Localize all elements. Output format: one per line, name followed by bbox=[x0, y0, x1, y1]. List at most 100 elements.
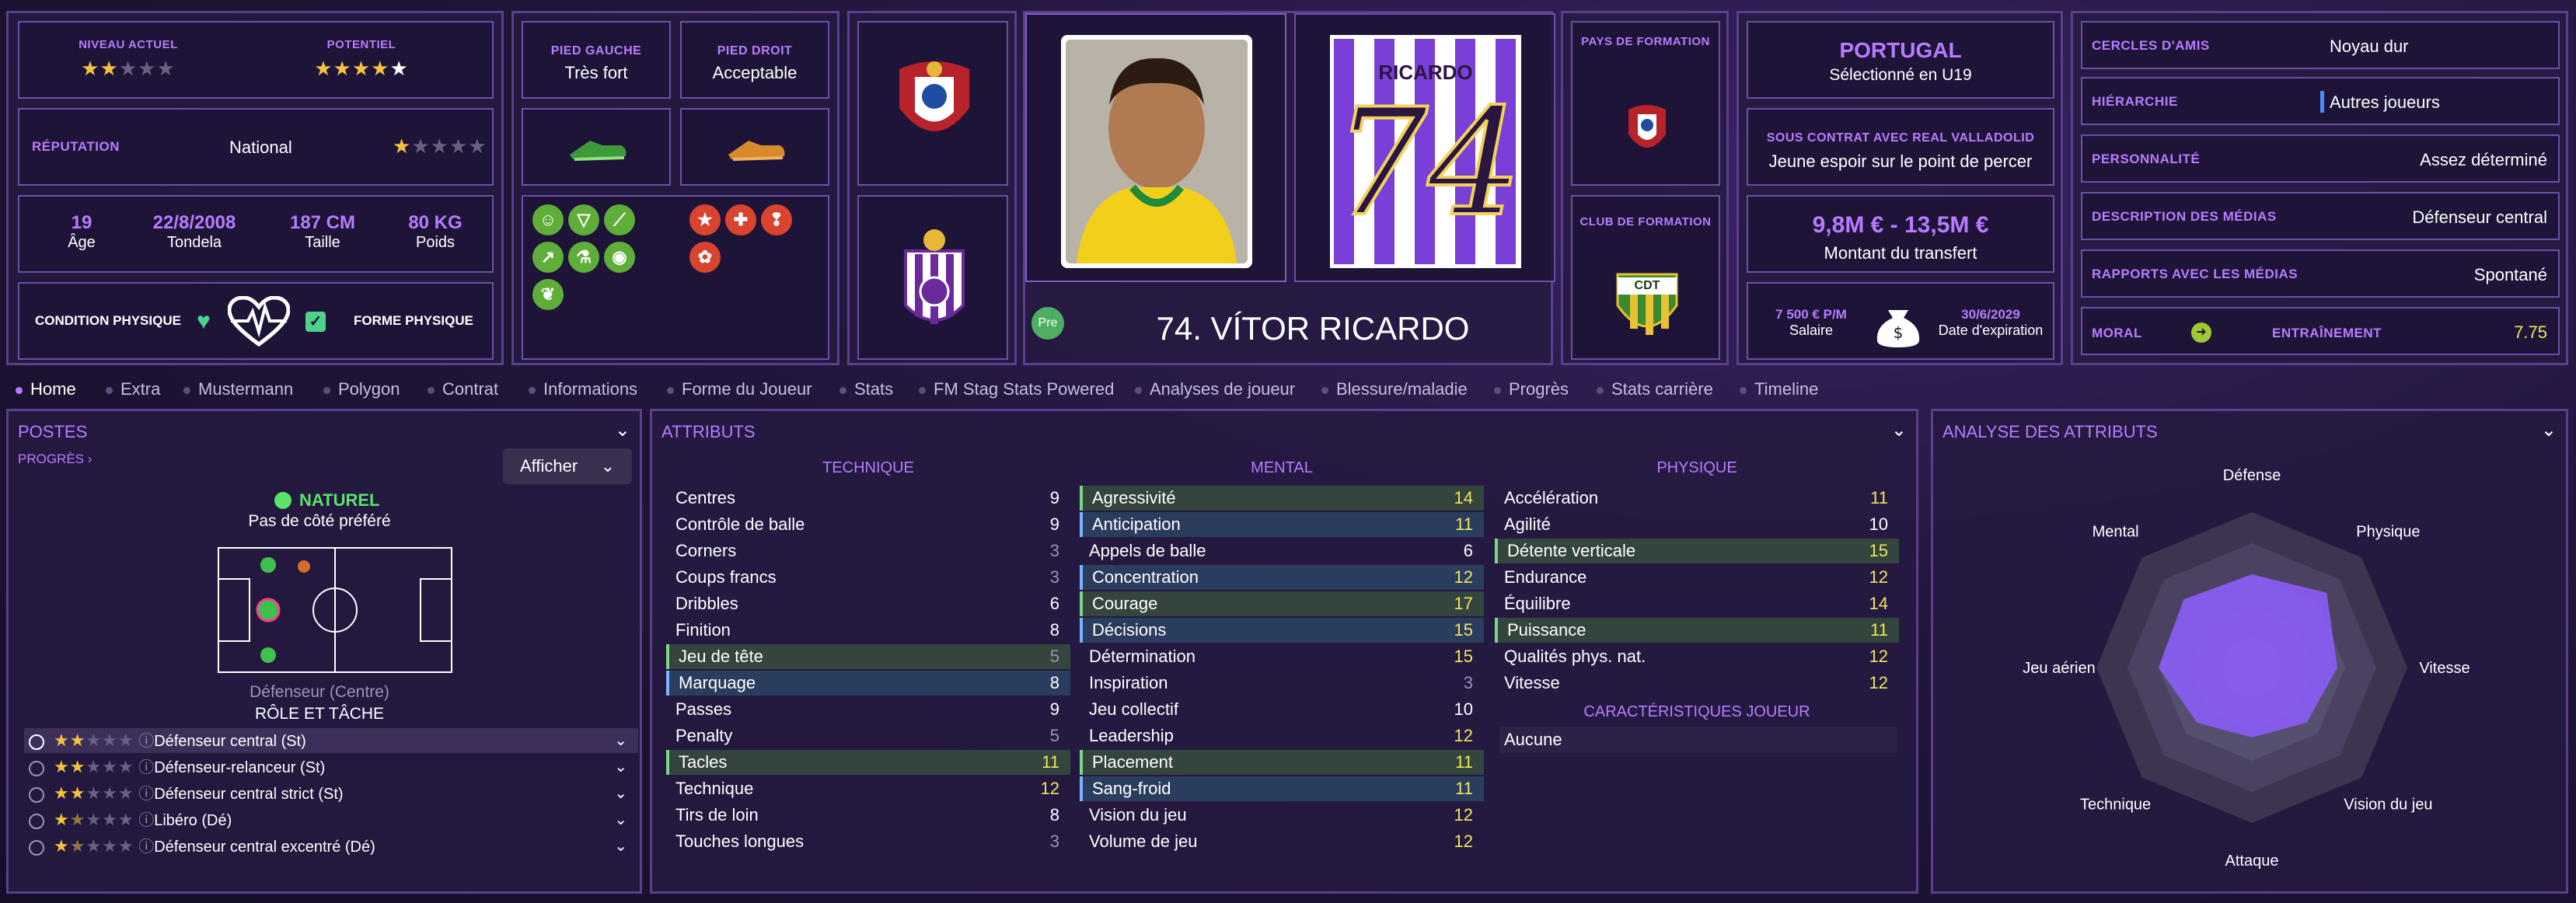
attribute-row[interactable]: Centres 9 bbox=[666, 486, 1070, 511]
attribute-row[interactable]: Anticipation 11 bbox=[1080, 512, 1484, 537]
attribute-row[interactable]: Sang-froid 11 bbox=[1080, 776, 1484, 801]
trait-icon-10[interactable]: ❢ bbox=[761, 204, 792, 235]
role-row[interactable]: ★★★★★ ⓘLibéro (Dé) ⌄ bbox=[24, 807, 638, 832]
attribute-row[interactable]: Coups francs 3 bbox=[666, 565, 1070, 590]
attribute-row[interactable]: Endurance 12 bbox=[1495, 565, 1899, 590]
attribute-row[interactable]: Accélération 11 bbox=[1495, 486, 1899, 511]
attribute-name: Coups francs bbox=[675, 567, 777, 587]
tab-fm-stag[interactable]: FM Stag Stats Powered bbox=[919, 379, 1114, 399]
attribute-row[interactable]: Puissance 11 bbox=[1495, 618, 1899, 643]
tab-dot-icon bbox=[919, 386, 926, 394]
attribute-row[interactable]: Technique 12 bbox=[666, 776, 1070, 801]
attribute-row[interactable]: Dribbles 6 bbox=[666, 591, 1070, 616]
info-row-media-description: DESCRIPTION DES MÉDIAS Défenseur central bbox=[2081, 192, 2560, 240]
show-dropdown[interactable]: Afficher ⌄ bbox=[503, 448, 632, 484]
tab-informations[interactable]: Informations bbox=[529, 379, 637, 399]
tab-mustermann[interactable]: Mustermann bbox=[183, 379, 293, 399]
morale-label: MORAL bbox=[2092, 326, 2142, 340]
role-row[interactable]: ★★★★★ ⓘDéfenseur-relanceur (St) ⌄ bbox=[24, 755, 638, 779]
trait-icon-8[interactable]: ★ bbox=[689, 204, 721, 235]
tab-stats[interactable]: Stats bbox=[839, 379, 893, 399]
tab-polygon[interactable]: Polygon bbox=[323, 379, 400, 399]
role-row[interactable]: ★★★★★ ⓘDéfenseur central strict (St) ⌄ bbox=[24, 781, 638, 806]
radio-icon[interactable] bbox=[29, 786, 44, 803]
tab-forme-joueur[interactable]: Forme du Joueur bbox=[667, 379, 812, 399]
info-value-media-description: Défenseur central bbox=[2412, 207, 2547, 227]
radio-icon[interactable] bbox=[29, 760, 44, 776]
attribute-row[interactable]: Inspiration 3 bbox=[1080, 671, 1484, 696]
attribute-row[interactable]: Marquage 8 bbox=[666, 671, 1070, 696]
trait-icon-6[interactable]: ◉ bbox=[604, 242, 635, 273]
attribute-value: 12 bbox=[1454, 832, 1473, 851]
attribute-row[interactable]: Tacles 11 bbox=[666, 750, 1070, 775]
attribute-row[interactable]: Courage 17 bbox=[1080, 591, 1484, 616]
attribute-row[interactable]: Leadership 12 bbox=[1080, 723, 1484, 748]
form-label: FORME PHYSIQUE bbox=[354, 313, 473, 328]
hierarchy-bar bbox=[2320, 91, 2324, 113]
attribute-row[interactable]: Corners 3 bbox=[666, 539, 1070, 563]
tab-home[interactable]: Home bbox=[16, 379, 76, 399]
attribute-name: Endurance bbox=[1504, 567, 1587, 587]
shirt-number: 74 bbox=[1334, 77, 1521, 249]
chevron-down-icon[interactable]: ⌄ bbox=[614, 834, 627, 859]
feet-panel: PIED GAUCHE Très fort PIED DROIT Accepta… bbox=[511, 11, 839, 365]
weight-label: Poids bbox=[415, 234, 456, 251]
attribute-row[interactable]: Vitesse 12 bbox=[1495, 671, 1899, 696]
attribute-row[interactable]: Agressivité 14 bbox=[1080, 486, 1484, 511]
attribute-name: Jeu collectif bbox=[1089, 699, 1178, 719]
attribute-row[interactable]: Touches longues 3 bbox=[666, 829, 1070, 854]
analysis-collapse-icon[interactable]: ⌄ bbox=[2541, 419, 2557, 441]
radio-icon[interactable] bbox=[29, 813, 44, 829]
trait-icon-4[interactable]: ↗ bbox=[532, 242, 564, 273]
role-row[interactable]: ★★★★★ ⓘDéfenseur central (St) ⌄ bbox=[24, 728, 638, 753]
tab-progres[interactable]: Progrès bbox=[1494, 379, 1569, 399]
tab-timeline[interactable]: Timeline bbox=[1740, 379, 1818, 399]
attribute-row[interactable]: Qualités phys. nat. 12 bbox=[1495, 644, 1899, 669]
tab-extra[interactable]: Extra bbox=[106, 379, 160, 399]
tab-analyses[interactable]: Analyses de joueur bbox=[1135, 379, 1295, 399]
role-row[interactable]: ★★★★★ ⓘDéfenseur central excentré (Dé) ⌄ bbox=[24, 834, 638, 859]
attribute-row[interactable]: Placement 11 bbox=[1080, 750, 1484, 775]
attribute-row[interactable]: Volume de jeu 12 bbox=[1080, 829, 1484, 854]
club-crest-card bbox=[857, 195, 1008, 360]
trait-icon-9[interactable]: ✚ bbox=[725, 204, 756, 235]
chevron-down-icon[interactable]: ⌄ bbox=[614, 807, 627, 832]
chevron-down-icon[interactable]: ⌄ bbox=[614, 728, 627, 753]
attribute-row[interactable]: Appels de balle 6 bbox=[1080, 539, 1484, 563]
attributes-collapse-icon[interactable]: ⌄ bbox=[1891, 419, 1907, 441]
radio-selected-icon[interactable] bbox=[29, 734, 44, 750]
info-value-personality: Assez déterminé bbox=[2420, 150, 2547, 169]
attribute-row[interactable]: Tirs de loin 8 bbox=[666, 803, 1070, 828]
positions-collapse-icon[interactable]: ⌄ bbox=[615, 419, 630, 441]
info-label-media-relations: RAPPORTS AVEC LES MÉDIAS bbox=[2092, 267, 2299, 281]
chevron-down-icon[interactable]: ⌄ bbox=[614, 781, 627, 806]
trait-icon-2[interactable]: ▽ bbox=[568, 204, 599, 235]
attribute-row[interactable]: Finition 8 bbox=[666, 618, 1070, 643]
trait-icon-11[interactable]: ✿ bbox=[689, 242, 721, 273]
chevron-down-icon[interactable]: ⌄ bbox=[614, 755, 627, 779]
tab-contrat[interactable]: Contrat bbox=[428, 379, 498, 399]
tab-dot-icon bbox=[106, 386, 113, 394]
attribute-row[interactable]: Jeu de tête 5 bbox=[666, 644, 1070, 669]
trait-icon-1[interactable]: ☺ bbox=[532, 204, 564, 235]
role-name: Défenseur central (St) bbox=[154, 733, 306, 750]
attribute-row[interactable]: Détente verticale 15 bbox=[1495, 539, 1899, 563]
attribute-row[interactable]: Détermination 15 bbox=[1080, 644, 1484, 669]
attribute-row[interactable]: Penalty 5 bbox=[666, 723, 1070, 748]
tab-stats-carriere[interactable]: Stats carrière bbox=[1597, 379, 1713, 399]
attribute-row[interactable]: Concentration 12 bbox=[1080, 565, 1484, 590]
attribute-row[interactable]: Décisions 15 bbox=[1080, 618, 1484, 643]
attribute-row[interactable]: Agilité 10 bbox=[1495, 512, 1899, 537]
attribute-row[interactable]: Passes 9 bbox=[666, 697, 1070, 722]
trait-icon-7[interactable]: ❦ bbox=[532, 279, 564, 310]
attribute-row[interactable]: Contrôle de balle 9 bbox=[666, 512, 1070, 537]
pre-badge[interactable]: Pre bbox=[1031, 307, 1064, 340]
attribute-row[interactable]: Équilibre 14 bbox=[1495, 591, 1899, 616]
attribute-row[interactable]: Jeu collectif 10 bbox=[1080, 697, 1484, 722]
trait-icon-5[interactable]: ⚗ bbox=[568, 242, 599, 273]
progress-link[interactable]: PROGRÈS › bbox=[18, 452, 92, 467]
trait-icon-3[interactable]: ⟋ bbox=[604, 204, 635, 235]
tab-blessure[interactable]: Blessure/maladie bbox=[1321, 379, 1468, 399]
radio-icon[interactable] bbox=[29, 839, 44, 856]
attribute-row[interactable]: Vision du jeu 12 bbox=[1080, 803, 1484, 828]
